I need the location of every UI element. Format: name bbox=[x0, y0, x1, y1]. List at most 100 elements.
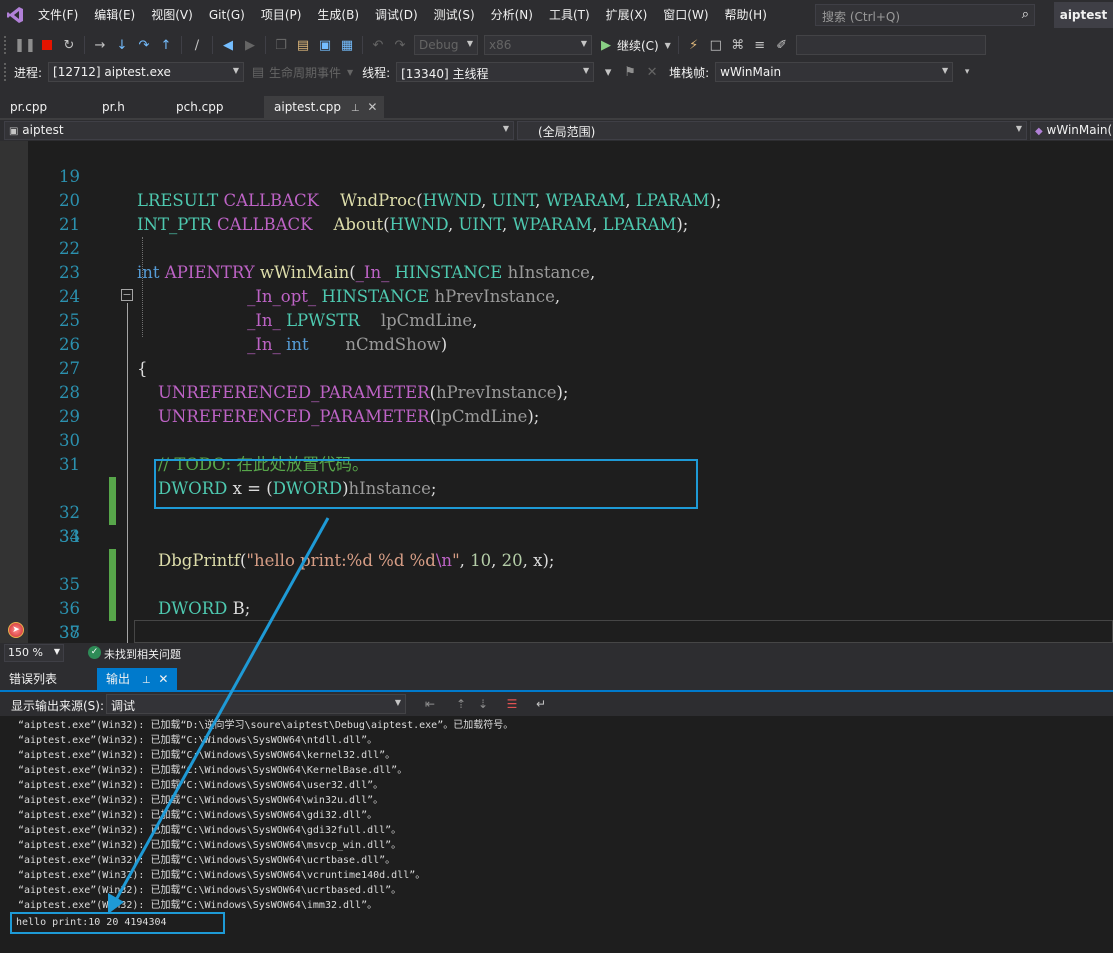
tab-aiptest-cpp[interactable]: aiptest.cpp ⊥ ✕ bbox=[264, 96, 384, 118]
visual-studio-logo-icon[interactable] bbox=[0, 0, 30, 30]
tab-pr-h[interactable]: pr.h bbox=[92, 96, 166, 118]
tab-error-list[interactable]: 错误列表 bbox=[0, 668, 97, 690]
chevron-down-icon: ▼ bbox=[466, 39, 473, 48]
tab-output[interactable]: 输出 ⊥ ✕ bbox=[97, 668, 177, 690]
platform-select[interactable]: x86 ▼ bbox=[484, 35, 592, 55]
close-icon[interactable]: ✕ bbox=[158, 672, 168, 686]
live-share-icon[interactable]: ✐ bbox=[771, 34, 793, 56]
issues-status[interactable]: 未找到相关问题 bbox=[104, 646, 181, 662]
project-value: aiptest bbox=[22, 123, 64, 137]
new-project-icon[interactable]: ❐ bbox=[270, 34, 292, 56]
menu-help[interactable]: 帮助(H) bbox=[717, 0, 775, 30]
chevron-down-icon: ▼ bbox=[502, 124, 509, 133]
menu-debug[interactable]: 调试(D) bbox=[367, 0, 426, 30]
output-line: “aiptest.exe”(Win32): 已加载“C:\Windows\Sys… bbox=[18, 840, 402, 851]
lifecycle-events-icon[interactable]: ▤ bbox=[247, 61, 269, 83]
menu-edit[interactable]: 编辑(E) bbox=[86, 0, 143, 30]
comment-icon[interactable]: ≡ bbox=[749, 34, 771, 56]
flag-thread-icon[interactable]: ⚑ bbox=[619, 61, 641, 83]
step-out-icon[interactable]: ↑ bbox=[155, 34, 177, 56]
continue-button[interactable]: 继续(C) bbox=[617, 37, 659, 54]
tab-label: 输出 bbox=[106, 672, 131, 686]
restart-icon[interactable]: ↻ bbox=[58, 34, 80, 56]
code-editor[interactable]: − ➤ 19 LRESULT CALLBACK WndProc(HWND, UI… bbox=[0, 141, 1113, 643]
step-into-icon[interactable]: ↓ bbox=[111, 34, 133, 56]
close-icon[interactable]: ✕ bbox=[367, 100, 377, 114]
open-folder-icon[interactable]: ▤ bbox=[292, 34, 314, 56]
tab-pr-cpp[interactable]: pr.cpp bbox=[0, 96, 92, 118]
show-flagged-threads-icon[interactable]: ✕ bbox=[641, 61, 663, 83]
stop-icon[interactable] bbox=[36, 34, 58, 56]
zoom-select[interactable]: 150 % ▼ bbox=[4, 644, 64, 662]
menu-project[interactable]: 项目(P) bbox=[253, 0, 310, 30]
navigate-back-icon[interactable]: ◀ bbox=[217, 34, 239, 56]
clear-all-icon[interactable]: ☰ bbox=[503, 695, 521, 713]
member-select[interactable]: ◆ wWinMain( bbox=[1030, 121, 1113, 140]
menu-analyze[interactable]: 分析(N) bbox=[483, 0, 541, 30]
search-input[interactable]: 搜索 (Ctrl+Q) ⌕ bbox=[815, 4, 1035, 26]
menu-git[interactable]: Git(G) bbox=[201, 0, 253, 30]
save-all-icon[interactable]: ▦ bbox=[336, 34, 358, 56]
scope-select[interactable]: (全局范围) ▼ bbox=[517, 121, 1027, 140]
toolbar-grip[interactable] bbox=[4, 63, 8, 81]
output-line: “aiptest.exe”(Win32): 已加载“D:\逆向学习\soure\… bbox=[18, 720, 514, 731]
toolbar-grip[interactable] bbox=[4, 36, 8, 54]
chevron-down-icon[interactable]: ▼ bbox=[662, 34, 674, 56]
solution-name-badge[interactable]: aiptest bbox=[1054, 2, 1113, 28]
tab-pch-cpp[interactable]: pch.cpp bbox=[166, 96, 264, 118]
go-to-message-icon[interactable]: ⇤ bbox=[421, 695, 439, 713]
configuration-select[interactable]: Debug ▼ bbox=[414, 35, 478, 55]
lifecycle-events-button[interactable]: 生命周期事件 bbox=[269, 64, 341, 81]
thread-select[interactable]: [13340] 主线程 ▼ bbox=[396, 62, 595, 82]
output-line: “aiptest.exe”(Win32): 已加载“C:\Windows\Sys… bbox=[18, 795, 384, 806]
menu-extensions[interactable]: 扩展(X) bbox=[598, 0, 656, 30]
output-source-select[interactable]: 调试 ▼ bbox=[106, 694, 406, 714]
code-line: 37 bbox=[0, 573, 1113, 642]
show-next-statement-icon[interactable]: → bbox=[89, 34, 111, 56]
code-line: 38 // 初始化全局字符串 bbox=[0, 597, 1113, 642]
code-line: 30 // TODO: 在此处放置代码。 bbox=[0, 405, 1113, 474]
toggle-word-wrap-icon[interactable]: ↵ bbox=[532, 695, 550, 713]
menu-file[interactable]: 文件(F) bbox=[30, 0, 86, 30]
code-line: 21 bbox=[0, 189, 1113, 234]
stack-frame-value: wWinMain bbox=[720, 65, 782, 79]
debug-location-toolbar: 进程: [12712] aiptest.exe ▼ ▤ 生命周期事件 ▼ 线程: … bbox=[0, 58, 1113, 86]
menu-tools[interactable]: 工具(T) bbox=[541, 0, 598, 30]
save-icon[interactable]: ▣ bbox=[314, 34, 336, 56]
redo-icon[interactable]: ↷ bbox=[389, 34, 411, 56]
process-value: [12712] aiptest.exe bbox=[53, 65, 171, 79]
hex-display-icon[interactable]: ∕ bbox=[186, 34, 208, 56]
project-select[interactable]: ▣ aiptest ▼ bbox=[4, 121, 514, 140]
pin-icon[interactable]: ⊥ bbox=[351, 103, 360, 114]
next-message-icon[interactable]: ⇣ bbox=[474, 695, 492, 713]
toolbar-overflow-icon[interactable]: ▾ bbox=[956, 61, 978, 83]
toolbar-extra-combo[interactable] bbox=[795, 35, 986, 55]
separator bbox=[212, 36, 213, 54]
pause-icon[interactable]: ❚❚ bbox=[14, 34, 36, 56]
tab-label: pch.cpp bbox=[176, 100, 224, 114]
menu-view[interactable]: 视图(V) bbox=[143, 0, 201, 30]
menu-test[interactable]: 测试(S) bbox=[426, 0, 483, 30]
diagnostic-tools-icon[interactable]: ⌘ bbox=[727, 34, 749, 56]
process-select[interactable]: [12712] aiptest.exe ▼ bbox=[48, 62, 245, 82]
search-icon: ⌕ bbox=[1021, 7, 1029, 22]
chevron-down-icon: ▼ bbox=[582, 66, 590, 75]
navigate-forward-icon[interactable]: ▶ bbox=[239, 34, 261, 56]
undo-icon[interactable]: ↶ bbox=[367, 34, 389, 56]
filter-icon[interactable]: ▾ bbox=[597, 61, 619, 83]
hot-reload-icon[interactable]: ⚡ bbox=[683, 34, 705, 56]
output-line: “aiptest.exe”(Win32): 已加载“C:\Windows\Sys… bbox=[18, 810, 378, 821]
browser-link-icon[interactable]: □ bbox=[705, 34, 727, 56]
step-over-icon[interactable]: ↷ bbox=[133, 34, 155, 56]
menu-bar: 文件(F) 编辑(E) 视图(V) Git(G) 项目(P) 生成(B) 调试(… bbox=[0, 0, 1113, 30]
chevron-down-icon[interactable]: ▼ bbox=[344, 61, 356, 83]
menu-build[interactable]: 生成(B) bbox=[309, 0, 367, 30]
output-text-area[interactable]: “aiptest.exe”(Win32): 已加载“D:\逆向学习\soure\… bbox=[0, 716, 1113, 953]
code-line: 39 LoadStringW(hInstance, IDS_APP_TITLE,… bbox=[0, 621, 1113, 643]
menu-window[interactable]: 窗口(W) bbox=[655, 0, 716, 30]
thread-value: [13340] 主线程 bbox=[401, 67, 489, 81]
previous-message-icon[interactable]: ⇡ bbox=[452, 695, 470, 713]
pin-icon[interactable]: ⊥ bbox=[142, 675, 151, 686]
continue-play-icon[interactable]: ▶ bbox=[595, 34, 617, 56]
stack-frame-select[interactable]: wWinMain ▼ bbox=[715, 62, 954, 82]
